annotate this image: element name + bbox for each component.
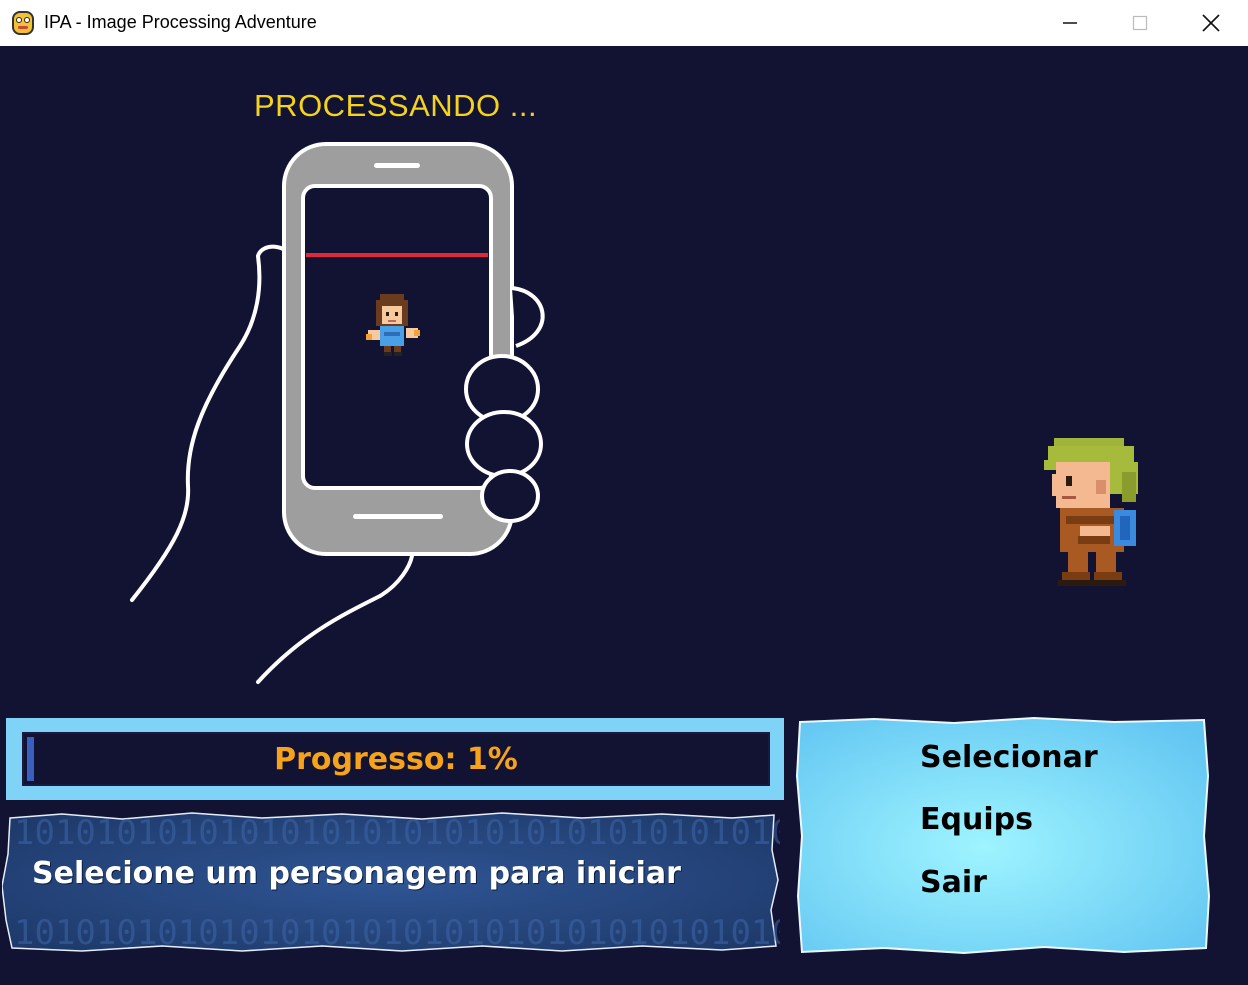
window-title: IPA - Image Processing Adventure bbox=[44, 12, 317, 32]
svg-text:101010101010101010101010101010: 1010101010101010101010101010101010101010 bbox=[14, 813, 780, 853]
message-panel: 1010101010101010101010101010101010101010… bbox=[1, 810, 833, 954]
progress-panel: Progresso: 1% bbox=[6, 718, 784, 800]
maximize-icon bbox=[1132, 15, 1148, 31]
progress-bar: Progresso: 1% bbox=[22, 732, 770, 786]
window-titlebar: IPA - Image Processing Adventure bbox=[0, 0, 1248, 46]
maximize-button[interactable] bbox=[1105, 0, 1175, 46]
menu-panel: Selecionar Equips Sair bbox=[794, 716, 1212, 954]
hero-character-sprite bbox=[1044, 438, 1138, 586]
menu-item-equips[interactable]: Equips bbox=[920, 802, 1033, 837]
svg-text:101010101010101010101010101010: 1010101010101010101010101010101010101010 bbox=[14, 913, 780, 953]
close-button[interactable] bbox=[1176, 0, 1246, 46]
progress-label: Progresso: 1% bbox=[274, 741, 518, 777]
python-snake-icon bbox=[12, 11, 34, 35]
game-scene: PROCESSANDO ... Progresso: 1% 1010101010… bbox=[0, 46, 1248, 985]
message-text: Selecione um personagem para iniciar bbox=[32, 856, 681, 891]
phone-in-hand-illustration bbox=[130, 142, 545, 684]
menu-item-selecionar[interactable]: Selecionar bbox=[920, 740, 1098, 775]
minimize-icon bbox=[1063, 22, 1077, 24]
close-icon bbox=[1202, 14, 1220, 32]
menu-item-sair[interactable]: Sair bbox=[920, 865, 987, 900]
minimize-button[interactable] bbox=[1035, 0, 1105, 46]
